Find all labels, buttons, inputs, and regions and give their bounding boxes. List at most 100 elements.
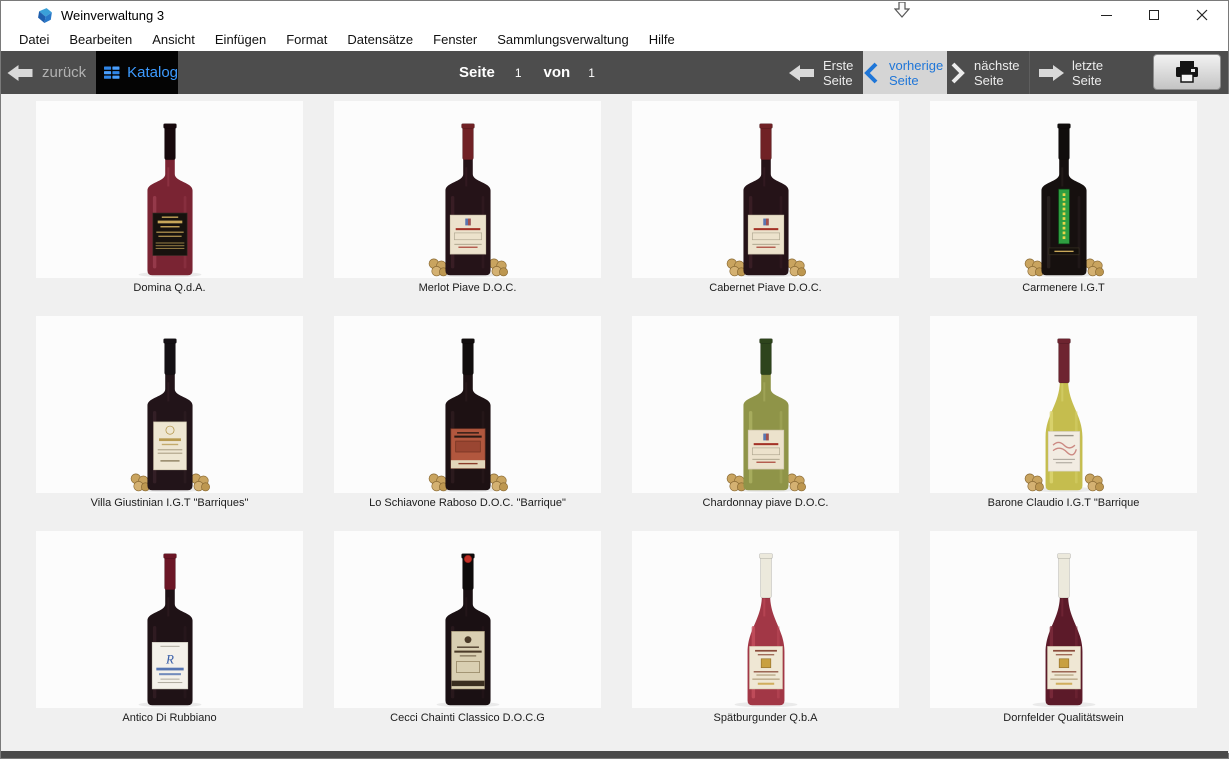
wine-tile: Lo Schiavone Raboso D.O.C. "Barrique" <box>334 316 601 531</box>
arrow-right-icon <box>1038 63 1064 83</box>
wine-bottle-image <box>696 114 836 278</box>
wine-tile: Dornfelder Qualitätswein <box>930 531 1197 746</box>
arrow-left-icon <box>789 63 815 83</box>
wine-photo[interactable] <box>334 531 601 708</box>
wine-tile: Spätburgunder Q.b.A <box>632 531 899 746</box>
back-button[interactable]: zurück <box>7 51 86 94</box>
minimize-icon[interactable] <box>1082 1 1130 29</box>
wine-title: Antico Di Rubbiano <box>36 712 303 725</box>
wine-title: Lo Schiavone Raboso D.O.C. "Barrique" <box>334 497 601 510</box>
wine-photo[interactable] <box>36 316 303 493</box>
wine-tile: Cabernet Piave D.O.C. <box>632 101 899 316</box>
previous-page-button[interactable]: vorherige Seite <box>863 51 947 94</box>
wine-bottle-image <box>398 114 538 278</box>
next-page-label-line1: nächste <box>974 58 1020 73</box>
wine-photo[interactable] <box>930 101 1197 278</box>
wine-photo[interactable] <box>930 531 1197 708</box>
wine-bottle-image <box>100 114 240 278</box>
katalog-label: Katalog <box>127 64 178 81</box>
menu-item-einfugen[interactable]: Einfügen <box>205 29 276 51</box>
wine-title: Villa Giustinian I.G.T "Barriques" <box>36 497 303 510</box>
app-window: Weinverwaltung 3 DateiBearbeitenAnsichtE… <box>0 0 1229 759</box>
back-label: zurück <box>42 64 86 81</box>
wine-bottle-image <box>398 329 538 493</box>
last-page-label-line1: letzte <box>1072 58 1103 73</box>
wine-photo[interactable] <box>930 316 1197 493</box>
last-page-label-line2: Seite <box>1072 73 1103 88</box>
first-page-button[interactable]: Erste Seite <box>789 51 861 94</box>
wine-tile: Merlot Piave D.O.C. <box>334 101 601 316</box>
print-button[interactable] <box>1153 54 1221 90</box>
current-page-number: 1 <box>515 66 522 80</box>
mouse-cursor <box>894 2 910 24</box>
wine-bottle-image <box>696 329 836 493</box>
menu-item-format[interactable]: Format <box>276 29 337 51</box>
wine-photo[interactable] <box>632 531 899 708</box>
printer-icon <box>1173 60 1201 84</box>
katalog-button[interactable]: Katalog <box>96 51 178 94</box>
wine-photo[interactable] <box>632 101 899 278</box>
wine-bottle-image <box>994 114 1134 278</box>
app-icon <box>37 7 54 24</box>
previous-page-label-line2: Seite <box>889 73 943 88</box>
page-indicator: Seite 1 von 1 <box>459 51 595 94</box>
window-title: Weinverwaltung 3 <box>61 8 164 23</box>
previous-page-label-line1: vorherige <box>889 58 943 73</box>
wine-photo[interactable]: R <box>36 531 303 708</box>
next-page-button[interactable]: nächste Seite <box>948 51 1026 94</box>
menu-item-datei[interactable]: Datei <box>9 29 59 51</box>
first-page-label-line2: Seite <box>823 73 853 88</box>
catalog-grid: Domina Q.d.A. Merlot Piave D.O.C. Cabern… <box>1 94 1229 753</box>
wine-tile: Villa Giustinian I.G.T "Barriques" <box>36 316 303 531</box>
wine-photo[interactable] <box>334 316 601 493</box>
wine-tile: Cecci Chainti Classico D.O.C.G <box>334 531 601 746</box>
wine-tile: Barone Claudio I.G.T "Barrique <box>930 316 1197 531</box>
wine-tile: Carmenere I.G.T <box>930 101 1197 316</box>
wine-tile: R Antico Di Rubbiano <box>36 531 303 746</box>
menu-item-datensatze[interactable]: Datensätze <box>337 29 423 51</box>
wine-title: Cabernet Piave D.O.C. <box>632 282 899 295</box>
wine-title: Spätburgunder Q.b.A <box>632 712 899 725</box>
grid-icon <box>104 63 120 83</box>
last-page-button[interactable]: letzte Seite <box>1029 51 1107 94</box>
menu-item-fenster[interactable]: Fenster <box>423 29 487 51</box>
wine-photo[interactable] <box>334 101 601 278</box>
wine-bottle-image <box>398 544 538 708</box>
wine-tile: Chardonnay piave D.O.C. <box>632 316 899 531</box>
maximize-icon[interactable] <box>1130 1 1178 29</box>
wine-title: Barone Claudio I.G.T "Barrique <box>930 497 1197 510</box>
chevron-right-icon <box>948 62 966 84</box>
svg-text:R: R <box>165 652 174 667</box>
menu-item-ansicht[interactable]: Ansicht <box>142 29 205 51</box>
wine-photo[interactable] <box>36 101 303 278</box>
wine-title: Carmenere I.G.T <box>930 282 1197 295</box>
title-bar: Weinverwaltung 3 <box>1 1 1228 29</box>
first-page-label-line1: Erste <box>823 58 853 73</box>
wine-title: Cecci Chainti Classico D.O.C.G <box>334 712 601 725</box>
wine-bottle-image <box>696 544 836 708</box>
chevron-left-icon <box>863 62 881 84</box>
total-page-number: 1 <box>588 66 595 80</box>
bottom-bar <box>1 751 1228 758</box>
menu-item-bearbeiten[interactable]: Bearbeiten <box>59 29 142 51</box>
toolbar: zurück Katalog Seite 1 von 1 Erste <box>1 51 1228 94</box>
next-page-label-line2: Seite <box>974 73 1020 88</box>
wine-bottle-image <box>994 544 1134 708</box>
wine-bottle-image <box>994 329 1134 493</box>
wine-title: Chardonnay piave D.O.C. <box>632 497 899 510</box>
menu-bar: DateiBearbeitenAnsichtEinfügenFormatDate… <box>1 29 1228 51</box>
wine-title: Merlot Piave D.O.C. <box>334 282 601 295</box>
arrow-left-icon <box>7 63 34 83</box>
page-word: Seite <box>459 64 495 81</box>
menu-item-sammlungsverwaltung[interactable]: Sammlungsverwaltung <box>487 29 639 51</box>
wine-photo[interactable] <box>632 316 899 493</box>
menu-item-hilfe[interactable]: Hilfe <box>639 29 685 51</box>
wine-bottle-image: R <box>100 544 240 708</box>
window-controls <box>1082 1 1226 29</box>
close-icon[interactable] <box>1178 1 1226 29</box>
wine-title: Domina Q.d.A. <box>36 282 303 295</box>
wine-title: Dornfelder Qualitätswein <box>930 712 1197 725</box>
wine-tile: Domina Q.d.A. <box>36 101 303 316</box>
wine-bottle-image <box>100 329 240 493</box>
of-word: von <box>544 64 571 81</box>
